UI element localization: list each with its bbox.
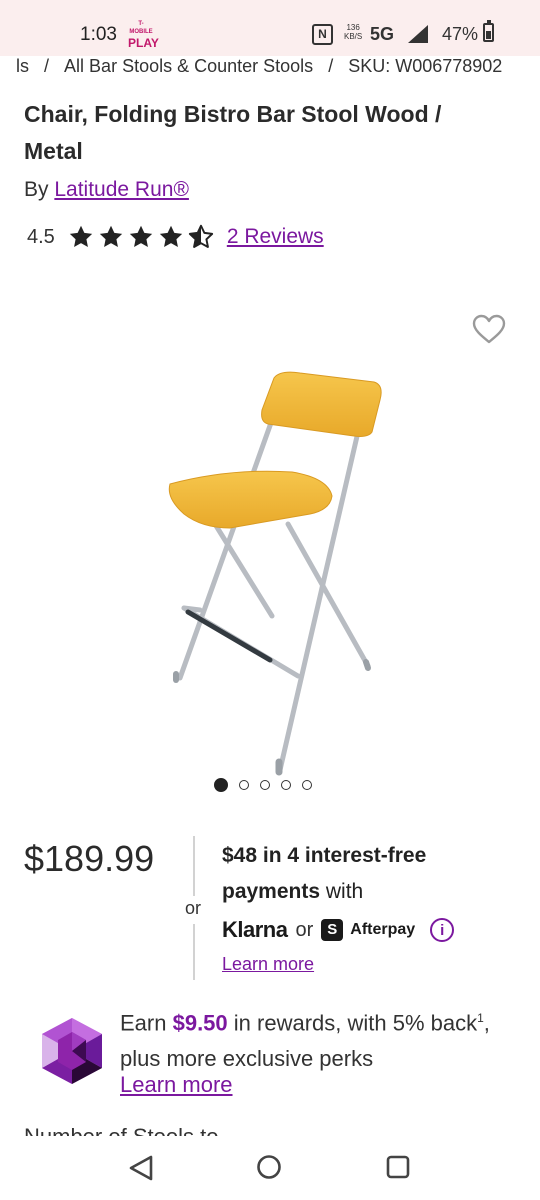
section-heading: Number of Stools to... bbox=[24, 1126, 516, 1137]
carrier-bottom-label: PLAY bbox=[128, 36, 159, 50]
carrier-top-label: T-MOBILE bbox=[129, 21, 153, 35]
breadcrumb-item[interactable]: ls bbox=[16, 56, 29, 77]
installments-with: with bbox=[320, 880, 364, 903]
rewards-text: Earn $9.50 in rewards, with 5% back1, pl… bbox=[120, 1000, 520, 1077]
rewards-gem-icon bbox=[42, 1018, 102, 1084]
speed-unit: KB/S bbox=[344, 32, 363, 41]
product-price: $189.99 bbox=[24, 838, 155, 879]
rewards-footnote-marker: 1 bbox=[477, 1011, 484, 1025]
installments-text: $48 in 4 interest-free payments with bbox=[222, 838, 522, 910]
star-full-icon bbox=[129, 225, 152, 247]
reviews-link[interactable]: 2 Reviews bbox=[227, 225, 324, 249]
breadcrumb: ls / All Bar Stools & Counter Stools / S… bbox=[16, 56, 540, 80]
carousel-dot-active[interactable] bbox=[214, 778, 228, 792]
star-half-icon bbox=[188, 224, 213, 248]
stool-footrest bbox=[185, 609, 273, 663]
status-time: 1:03 bbox=[80, 24, 117, 45]
brand-link[interactable]: Latitude Run® bbox=[54, 178, 189, 201]
nfc-icon: N bbox=[312, 24, 333, 45]
speed-value: 136 bbox=[346, 23, 360, 32]
system-nav-bar bbox=[0, 1136, 540, 1200]
rewards-amount: $9.50 bbox=[172, 1010, 228, 1036]
network-type: 5G bbox=[370, 24, 395, 44]
carousel-dot[interactable] bbox=[302, 780, 312, 790]
carousel-dot[interactable] bbox=[239, 780, 249, 790]
payment-providers: Klarna or S Afterpay i bbox=[222, 914, 455, 946]
circle-home-icon[interactable] bbox=[256, 1154, 282, 1180]
star-full-icon bbox=[99, 225, 122, 247]
star-full-icon bbox=[69, 225, 92, 247]
klarna-logo: Klarna bbox=[222, 917, 288, 942]
heart-outline-icon[interactable] bbox=[472, 314, 506, 344]
afterpay-label: Afterpay bbox=[350, 921, 416, 938]
square-recents-icon[interactable] bbox=[386, 1155, 410, 1179]
stool-backrest bbox=[261, 371, 382, 437]
rewards-text-middle: in rewards, with 5% back bbox=[227, 1010, 478, 1036]
star-full-icon bbox=[159, 225, 182, 247]
stool-count-section: Number of Stools to... bbox=[24, 1124, 516, 1137]
payment-or-label: or bbox=[295, 918, 314, 941]
product-image[interactable] bbox=[140, 360, 400, 780]
info-circle-icon[interactable]: i bbox=[430, 918, 455, 942]
rating-row: 4.5 2 Reviews bbox=[27, 222, 324, 252]
network-speed: 136 KB/S bbox=[344, 23, 362, 41]
triangle-back-icon[interactable] bbox=[128, 1154, 154, 1182]
installments-learn-more-link[interactable]: Learn more bbox=[222, 954, 314, 975]
carousel-dot[interactable] bbox=[281, 780, 291, 790]
product-title: Chair, Folding Bistro Bar Stool Wood / M… bbox=[24, 101, 442, 164]
price-divider bbox=[193, 924, 195, 980]
image-carousel-dots bbox=[214, 778, 312, 792]
status-bar: 1:03 T-MOBILE PLAY N 136 KB/S 5G 47% bbox=[0, 0, 540, 56]
afterpay-icon: S bbox=[321, 919, 344, 941]
battery-percent: 47% bbox=[442, 24, 479, 44]
breadcrumb-separator: / bbox=[328, 56, 334, 76]
breadcrumb-item[interactable]: All Bar Stools & Counter Stools bbox=[64, 56, 313, 77]
brand-by-label: By bbox=[24, 178, 49, 201]
price-or-label: or bbox=[185, 898, 202, 918]
rating-stars bbox=[67, 224, 215, 250]
breadcrumb-sku: SKU: W006778902 bbox=[348, 56, 503, 76]
battery-icon bbox=[483, 20, 494, 42]
price-divider bbox=[193, 836, 195, 896]
carrier-badge: T-MOBILE PLAY bbox=[128, 20, 159, 50]
brand-line: By Latitude Run® bbox=[24, 178, 189, 202]
stool-seat bbox=[168, 470, 333, 529]
breadcrumb-separator: / bbox=[44, 56, 50, 76]
carousel-dot[interactable] bbox=[260, 780, 270, 790]
signal-icon bbox=[408, 25, 428, 43]
rewards-learn-more-link[interactable]: Learn more bbox=[120, 1072, 233, 1098]
rewards-text-start: Earn bbox=[120, 1010, 173, 1036]
rating-value: 4.5 bbox=[27, 225, 55, 248]
